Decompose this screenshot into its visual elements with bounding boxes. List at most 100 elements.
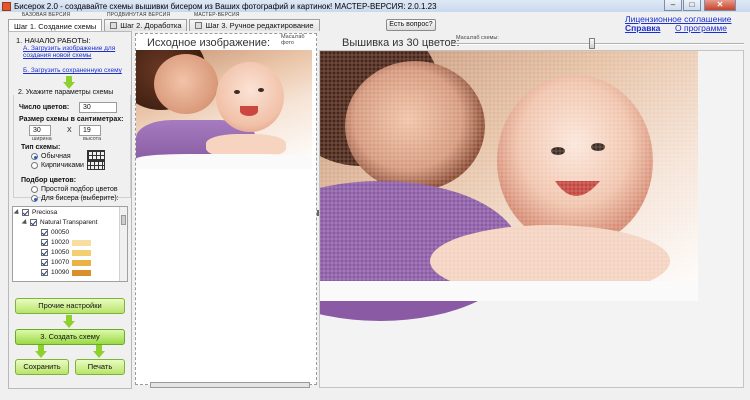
- tree-scrollbar[interactable]: [119, 207, 127, 281]
- grid-brick-icon: [87, 160, 105, 170]
- color-swatch: [72, 239, 92, 246]
- scheme-type-normal-radio[interactable]: [31, 153, 38, 160]
- tree-row-item[interactable]: 00050: [41, 228, 92, 237]
- step-tabs: Шаг 1. Создание схемы Шаг 2. Доработка Ш…: [8, 19, 322, 32]
- colors-count-input[interactable]: 30: [79, 102, 117, 113]
- photo-blanket: [136, 154, 312, 169]
- bead-code: 10090: [51, 269, 70, 276]
- bead-palette-tree[interactable]: Preciosa Natural Transparent 00050 10020…: [12, 206, 128, 282]
- simple-pick-label[interactable]: Простой подбор цветов: [41, 186, 118, 193]
- tree-checkbox[interactable]: [41, 259, 48, 266]
- expander-icon[interactable]: [21, 218, 30, 227]
- grid-normal-icon: [87, 150, 105, 160]
- master-version-label: МАСТЕР-ВЕРСИЯ: [194, 12, 240, 18]
- height-caption: высота: [83, 136, 102, 142]
- color-swatch: [72, 259, 92, 266]
- source-scrollbar[interactable]: [150, 382, 310, 388]
- tab-step-1-label: Шаг 1. Создание схемы: [14, 21, 97, 31]
- tree-checkbox[interactable]: [41, 229, 48, 236]
- color-swatch: [72, 269, 92, 276]
- print-button[interactable]: Печать: [75, 359, 125, 375]
- bead-code: 10020: [51, 239, 70, 246]
- bead-code: 10050: [51, 249, 70, 256]
- scheme-scale-label: Масштаб схемы:: [456, 35, 499, 41]
- tree-checkbox[interactable]: [30, 219, 37, 226]
- color-swatch: [72, 249, 92, 256]
- tree-checkbox[interactable]: [22, 209, 29, 216]
- more-settings-button[interactable]: Прочие настройки: [15, 298, 125, 314]
- advanced-version-label: ПРОДВИНУТАЯ ВЕРСИЯ: [107, 12, 171, 18]
- result-heading: Вышивка из 30 цветов:: [342, 37, 460, 49]
- photo-eye: [234, 90, 240, 94]
- scheme-type-brick-radio[interactable]: [31, 162, 38, 169]
- scheme-type-brick-label[interactable]: Кирпичиками: [41, 162, 84, 169]
- tree-row-root[interactable]: Preciosa: [13, 208, 58, 217]
- tree-row-group[interactable]: Natural Transparent: [21, 218, 98, 227]
- tab-step-3[interactable]: Шаг 3. Ручное редактирование: [189, 19, 320, 31]
- edit-icon: [110, 22, 118, 29]
- scheme-type-label: Тип схемы:: [21, 144, 61, 151]
- minimize-button[interactable]: –: [664, 0, 682, 11]
- pencil-icon: [195, 22, 203, 29]
- tree-row-item[interactable]: 10070: [41, 258, 92, 267]
- tab-step-2-label: Шаг 2. Доработка: [120, 21, 182, 30]
- photo-scale-label: Масштаб фото: [281, 34, 305, 46]
- photo-mother-face: [154, 54, 218, 114]
- x-sign: X: [67, 127, 72, 134]
- scheme-scale-thumb[interactable]: [589, 38, 595, 49]
- question-button[interactable]: Есть вопрос?: [386, 19, 436, 31]
- color-pick-label: Подбор цветов:: [21, 177, 77, 184]
- scroll-thumb[interactable]: [121, 215, 126, 225]
- color-swatch: [72, 229, 92, 236]
- scheme-type-normal-label[interactable]: Обычная: [41, 153, 71, 160]
- expander-icon[interactable]: [13, 208, 22, 217]
- maximize-button[interactable]: □: [683, 0, 701, 11]
- width-caption: ширина: [32, 136, 52, 142]
- colors-count-label: Число цветов:: [19, 104, 70, 111]
- start-heading: 1. НАЧАЛО РАБОТЫ:: [16, 36, 91, 45]
- about-link[interactable]: О программе: [675, 23, 727, 33]
- result-panel: [319, 50, 744, 388]
- scheme-image: [320, 51, 698, 321]
- close-button[interactable]: ✕: [704, 0, 736, 11]
- source-heading: Исходное изображение:: [147, 37, 271, 49]
- bead-pick-radio[interactable]: [31, 195, 38, 202]
- arrow-down-icon: [63, 76, 75, 89]
- arrow-down-icon: [35, 345, 47, 358]
- tree-row-item[interactable]: 10050: [41, 248, 92, 257]
- photo-mouth: [240, 106, 258, 116]
- height-input[interactable]: 19: [79, 125, 101, 136]
- tab-step-2[interactable]: Шаг 2. Доработка: [104, 19, 188, 31]
- app-icon: [2, 1, 11, 11]
- load-image-link[interactable]: А. Загрузить изображение для создания но…: [23, 45, 128, 59]
- bead-pick-label[interactable]: Для бисера (выберите):: [41, 195, 119, 202]
- tree-row-item[interactable]: 10020: [41, 238, 92, 247]
- bead-code: 00050: [51, 229, 70, 236]
- tree-checkbox[interactable]: [41, 239, 48, 246]
- tree-root-label: Preciosa: [32, 209, 58, 216]
- tab-step-3-label: Шаг 3. Ручное редактирование: [205, 21, 314, 30]
- tree-checkbox[interactable]: [41, 249, 48, 256]
- basic-version-label: БАЗОВАЯ ВЕРСИЯ: [22, 12, 71, 18]
- bead-code: 10070: [51, 259, 70, 266]
- photo-eye: [258, 88, 264, 92]
- bead-scheme-svg: [320, 51, 698, 321]
- params-heading: 2. Укажите параметры схемы: [17, 89, 115, 96]
- help-link[interactable]: Справка: [625, 23, 660, 33]
- width-input[interactable]: 30: [29, 125, 51, 136]
- tree-row-item[interactable]: 10090: [41, 268, 92, 277]
- source-photo: [136, 50, 312, 169]
- simple-pick-radio[interactable]: [31, 186, 38, 193]
- scheme-scale-slider[interactable]: [452, 43, 744, 45]
- save-button[interactable]: Сохранить: [15, 359, 69, 375]
- tree-checkbox[interactable]: [41, 269, 48, 276]
- load-saved-link[interactable]: Б. Загрузить сохраненную схему: [23, 67, 122, 74]
- photo-baby-face: [216, 62, 284, 132]
- title-bar: Бисерок 2.0 - создавайте схемы вышивки б…: [0, 0, 750, 12]
- arrow-down-icon: [63, 315, 75, 328]
- size-label: Размер схемы в сантиметрах:: [19, 116, 124, 123]
- create-scheme-button[interactable]: 3. Создать схему: [15, 329, 125, 345]
- tree-group-label: Natural Transparent: [40, 219, 98, 226]
- arrow-down-icon: [93, 345, 105, 358]
- window-title: Бисерок 2.0 - создавайте схемы вышивки б…: [14, 1, 437, 11]
